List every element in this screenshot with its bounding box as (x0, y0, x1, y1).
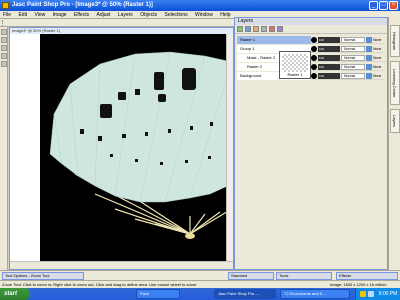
pan-tool-icon[interactable] (1, 29, 7, 35)
layer-name: Raster 1 (237, 36, 311, 44)
title-bar: Jasc Paint Shop Pro - [Image3* @ 50% (Ra… (0, 0, 400, 11)
link-select[interactable]: None (373, 64, 385, 70)
maximize-button[interactable]: □ (379, 1, 388, 10)
clock: 8:00 PM (378, 291, 398, 297)
delete-layer-icon[interactable] (269, 26, 275, 32)
new-layer-icon[interactable] (237, 26, 243, 32)
effects-panel[interactable]: Effects (336, 272, 398, 280)
taskbar: start Paris Jasc Paint Shop Pro -... "C:… (0, 288, 400, 300)
visibility-icon[interactable] (311, 46, 317, 52)
task-paris[interactable]: Paris (136, 289, 180, 299)
duplicate-layer-icon[interactable] (261, 26, 267, 32)
image-canvas[interactable] (40, 34, 232, 261)
layer-row[interactable]: Mask - Raster 2 100 Normal None (237, 54, 385, 62)
fan-paper (49, 51, 232, 203)
new-mask-icon[interactable] (253, 26, 259, 32)
opacity-slider[interactable]: 100 (318, 64, 340, 70)
menu-image[interactable]: Image (50, 11, 70, 19)
palette-tabs: Histogram Learning Center Layers (388, 17, 400, 270)
document-window: Image3* @ 50% (Raster 1) (9, 27, 234, 270)
link-select[interactable]: None (373, 37, 385, 43)
lock-icon[interactable] (366, 55, 372, 61)
zoom-tool-icon[interactable] (1, 37, 7, 43)
layers-toolbar (235, 25, 387, 34)
visibility-icon[interactable] (311, 73, 317, 79)
fan-rivet (185, 233, 195, 239)
volume-icon[interactable] (368, 291, 374, 297)
thumbnail-label: Raster 1 (287, 72, 303, 77)
opacity-slider[interactable]: 100 (318, 73, 340, 79)
tool-options-panel[interactable]: Tool Options - Zoom Tool (2, 272, 84, 280)
tray-icon[interactable] (360, 291, 366, 297)
menu-adjust[interactable]: Adjust (94, 11, 114, 19)
menu-objects[interactable]: Objects (137, 11, 160, 19)
lock-icon[interactable] (366, 64, 372, 70)
toolbar-grip[interactable] (2, 20, 4, 26)
vertical-scrollbar[interactable] (226, 34, 233, 261)
system-tray: 8:00 PM (355, 288, 400, 300)
menu-selections[interactable]: Selections (162, 11, 191, 19)
deform-tool-icon[interactable] (1, 45, 7, 51)
lock-icon[interactable] (366, 73, 372, 79)
blend-mode-select[interactable]: Normal (341, 46, 365, 52)
opacity-slider[interactable]: 100 (318, 37, 340, 43)
tab-learning-center[interactable]: Learning Center (390, 61, 400, 105)
link-select[interactable]: None (373, 73, 385, 79)
tools-toolbar (0, 27, 8, 270)
close-button[interactable]: × (389, 1, 398, 10)
lock-icon[interactable] (366, 46, 372, 52)
tab-histogram[interactable]: Histogram (390, 25, 400, 57)
task-paint-shop-pro[interactable]: Jasc Paint Shop Pro -... (214, 289, 276, 299)
blend-mode-select[interactable]: Normal (341, 73, 365, 79)
menu-effects[interactable]: Effects (71, 11, 92, 19)
selection-tool-icon[interactable] (1, 53, 7, 59)
tab-layers[interactable]: Layers (390, 109, 400, 133)
layer-properties-icon[interactable] (277, 26, 283, 32)
layers-palette-title: Layers (235, 18, 387, 25)
horizontal-scrollbar[interactable] (10, 261, 233, 269)
menu-help[interactable]: Help (217, 11, 233, 19)
app-icon (2, 2, 9, 9)
layer-row[interactable]: Group 1 100 Normal None (237, 45, 385, 53)
layer-row[interactable]: Raster 2 100 Normal None (237, 63, 385, 71)
layer-row[interactable]: Background 100 Normal None (237, 72, 385, 80)
layers-palette: Layers Raster 1 100 Normal None Group 1 … (234, 17, 388, 270)
visibility-icon[interactable] (311, 37, 317, 43)
opacity-slider[interactable]: 100 (318, 55, 340, 61)
layer-thumbnail-popup: Raster 1 (279, 51, 311, 79)
standard-toolbar-panel[interactable]: Standard (228, 272, 274, 280)
opacity-slider[interactable]: 100 (318, 46, 340, 52)
link-select[interactable]: None (373, 55, 385, 61)
lock-icon[interactable] (366, 37, 372, 43)
visibility-icon[interactable] (311, 55, 317, 61)
layer-thumbnail (282, 54, 308, 72)
link-select[interactable]: None (373, 46, 385, 52)
fan-image (49, 51, 232, 239)
menu-layers[interactable]: Layers (115, 11, 136, 19)
visibility-icon[interactable] (311, 64, 317, 70)
layer-row[interactable]: Raster 1 100 Normal None (237, 36, 385, 44)
menu-view[interactable]: View (31, 11, 48, 19)
blend-mode-select[interactable]: Normal (341, 37, 365, 43)
new-group-icon[interactable] (245, 26, 251, 32)
tools-panel[interactable]: Tools (276, 272, 332, 280)
docked-panels: Tool Options - Zoom Tool Standard Tools … (0, 270, 400, 280)
menu-file[interactable]: File (0, 11, 14, 19)
window-title: Jasc Paint Shop Pro - [Image3* @ 50% (Ra… (12, 2, 153, 8)
blend-mode-select[interactable]: Normal (341, 64, 365, 70)
blend-mode-select[interactable]: Normal (341, 55, 365, 61)
status-bar: Zoom Tool: Click to zoom in; Right click… (0, 280, 400, 288)
menu-window[interactable]: Window (192, 11, 216, 19)
minimize-button[interactable]: _ (369, 1, 378, 10)
menu-edit[interactable]: Edit (15, 11, 30, 19)
brush-tool-icon[interactable] (1, 61, 7, 67)
task-documents[interactable]: "C:\Documents and S... (280, 289, 350, 299)
start-button[interactable]: start (0, 288, 30, 300)
